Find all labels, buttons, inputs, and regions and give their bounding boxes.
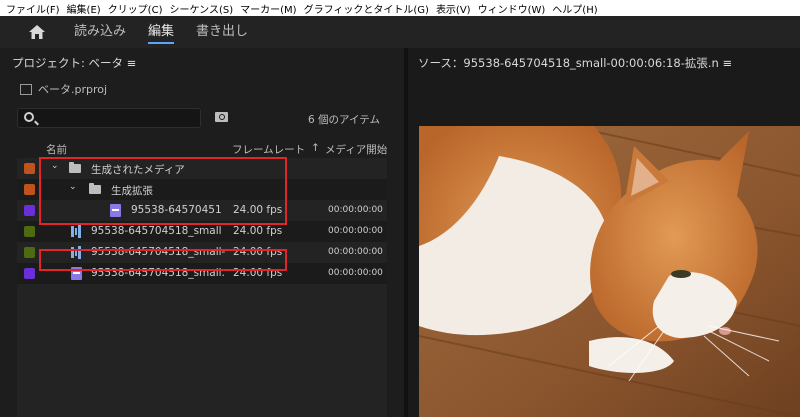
highlight-box-folders (39, 157, 287, 225)
sequence-icon (71, 225, 81, 238)
column-media-start[interactable]: メディア開始 (325, 142, 387, 157)
label-color-swatch[interactable] (24, 163, 35, 174)
sort-arrow-icon[interactable]: ↑ (311, 142, 320, 154)
tab-import[interactable]: 読み込み (74, 16, 126, 48)
project-file-name: ベータ.prproj (38, 83, 108, 96)
column-name[interactable]: 名前 (46, 142, 67, 157)
column-headers: 名前 フレームレート ↑ メディア開始 (0, 140, 404, 158)
label-color-swatch[interactable] (24, 184, 35, 195)
menu-sequence[interactable]: シーケンス(S) (169, 1, 233, 16)
item-media-start: 00:00:00:00 (328, 268, 383, 278)
label-color-swatch[interactable] (24, 226, 35, 237)
project-file: ベータ.prproj (20, 81, 107, 97)
item-count: 6 個のアイテム (308, 114, 380, 126)
label-color-swatch[interactable] (24, 268, 35, 279)
menu-help[interactable]: ヘルプ(H) (552, 1, 597, 16)
workspace-bar: 読み込み 編集 書き出し (0, 16, 800, 48)
new-search-bin-icon[interactable] (215, 112, 228, 122)
item-frame-rate: 24.00 fps (233, 225, 283, 237)
project-file-icon (20, 83, 32, 95)
menu-bar: ファイル(F) 編集(E) クリップ(C) シーケンス(S) マーカー(M) グ… (0, 0, 800, 16)
column-frame-rate[interactable]: フレームレート (232, 142, 305, 157)
label-color-swatch[interactable] (24, 247, 35, 258)
menu-clip[interactable]: クリップ(C) (108, 1, 163, 16)
menu-graphics[interactable]: グラフィックとタイトル(G) (304, 1, 429, 16)
label-color-swatch[interactable] (24, 205, 35, 216)
home-icon[interactable] (28, 24, 46, 40)
project-panel: プロジェクト: ベータ ≡ ベータ.prproj 6 個のアイテム 名前 フレー… (0, 48, 404, 417)
project-panel-title[interactable]: プロジェクト: ベータ ≡ (12, 55, 136, 71)
tab-export[interactable]: 書き出し (196, 16, 248, 48)
source-monitor-title[interactable]: ソース：95538-645704518_small-00:00:06:18-拡張… (418, 55, 732, 71)
menu-window[interactable]: ウィンドウ(W) (478, 1, 546, 16)
menu-edit[interactable]: 編集(E) (67, 1, 101, 16)
menu-view[interactable]: 表示(V) (436, 1, 471, 16)
item-name: 95538-645704518_small (91, 225, 222, 237)
item-media-start: 00:00:00:00 (328, 226, 383, 236)
item-media-start: 00:00:00:00 (328, 247, 383, 257)
item-media-start: 00:00:00:00 (328, 205, 383, 215)
tab-edit[interactable]: 編集 (148, 16, 175, 48)
menu-file[interactable]: ファイル(F) (6, 1, 60, 16)
highlight-box-sequence (39, 249, 287, 271)
video-preview-image (419, 126, 800, 417)
menu-marker[interactable]: マーカー(M) (240, 1, 296, 16)
search-input[interactable] (17, 108, 201, 128)
search-icon (24, 112, 34, 122)
source-monitor: ソース：95538-645704518_small-00:00:06:18-拡張… (408, 48, 800, 417)
